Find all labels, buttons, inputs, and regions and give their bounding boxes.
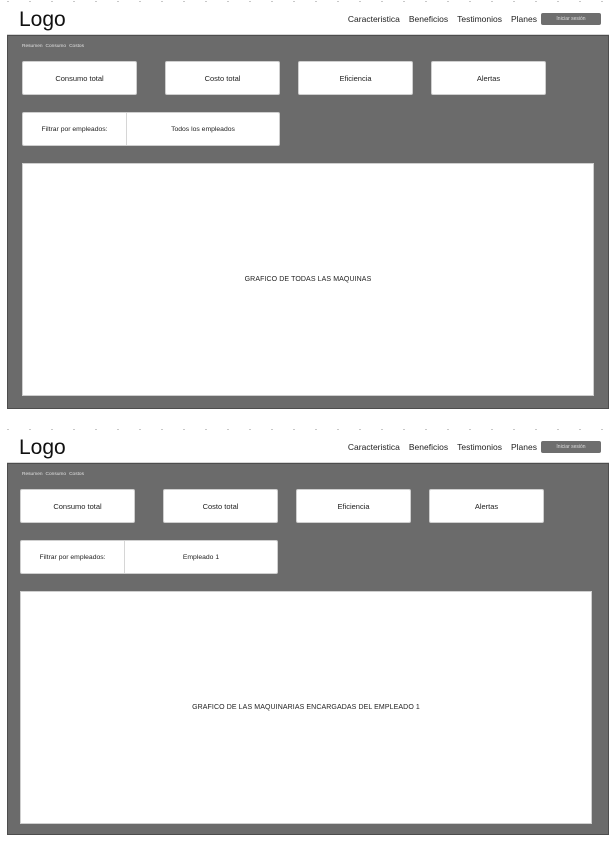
nav-beneficios[interactable]: Beneficios [409, 442, 448, 452]
filter-label: Filtrar por empleados: [23, 113, 127, 145]
ruler-dots [7, 429, 609, 430]
card-costo-total[interactable]: Costo total [163, 489, 278, 523]
breadcrumb-costos[interactable]: Costos [69, 472, 84, 477]
nav-beneficios[interactable]: Beneficios [409, 14, 448, 24]
employee-filter[interactable]: Filtrar por empleados: Todos los emplead… [22, 112, 280, 146]
nav-testimonios[interactable]: Testimonios [457, 442, 502, 452]
nav-testimonios[interactable]: Testimonios [457, 14, 502, 24]
login-button[interactable]: Iniciar sesión [541, 13, 601, 25]
top-header: Logo Caracteristica Beneficios Testimoni… [7, 6, 609, 35]
breadcrumb: Resumen Consumo Costos [22, 472, 84, 477]
breadcrumb-resumen[interactable]: Resumen [22, 44, 43, 49]
card-costo-total[interactable]: Costo total [165, 61, 280, 95]
card-alertas[interactable]: Alertas [429, 489, 544, 523]
login-button[interactable]: Iniciar sesión [541, 441, 601, 453]
dashboard-screen-all-employees: Logo Caracteristica Beneficios Testimoni… [7, 1, 609, 409]
nav-caracteristica[interactable]: Caracteristica [348, 442, 400, 452]
card-eficiencia[interactable]: Eficiencia [298, 61, 413, 95]
employee-filter[interactable]: Filtrar por empleados: Empleado 1 [20, 540, 278, 574]
chart-placeholder-text: GRAFICO DE TODAS LAS MAQUINAS [244, 276, 372, 283]
nav-planes[interactable]: Planes [511, 14, 537, 24]
breadcrumb-consumo[interactable]: Consumo [46, 472, 67, 477]
filter-label: Filtrar por empleados: [21, 541, 125, 573]
dashboard-screen-employee-1: Logo Caracteristica Beneficios Testimoni… [7, 429, 609, 835]
dashboard-panel: Resumen Consumo Costos Consumo total Cos… [7, 35, 609, 409]
main-nav: Caracteristica Beneficios Testimonios Pl… [348, 442, 537, 452]
filter-select[interactable]: Empleado 1 [125, 541, 277, 573]
breadcrumb-resumen[interactable]: Resumen [22, 472, 43, 477]
card-eficiencia[interactable]: Eficiencia [296, 489, 411, 523]
chart-placeholder: GRAFICO DE LAS MAQUINARIAS ENCARGADAS DE… [20, 591, 592, 824]
nav-caracteristica[interactable]: Caracteristica [348, 14, 400, 24]
card-consumo-total[interactable]: Consumo total [22, 61, 137, 95]
card-consumo-total[interactable]: Consumo total [20, 489, 135, 523]
ruler-dots [7, 1, 609, 2]
card-alertas[interactable]: Alertas [431, 61, 546, 95]
breadcrumb-costos[interactable]: Costos [69, 44, 84, 49]
dashboard-panel: Resumen Consumo Costos Consumo total Cos… [7, 463, 609, 835]
breadcrumb: Resumen Consumo Costos [22, 44, 84, 49]
filter-select[interactable]: Todos los empleados [127, 113, 279, 145]
top-header: Logo Caracteristica Beneficios Testimoni… [7, 434, 609, 463]
breadcrumb-consumo[interactable]: Consumo [46, 44, 67, 49]
chart-placeholder-text: GRAFICO DE LAS MAQUINARIAS ENCARGADAS DE… [192, 704, 420, 711]
main-nav: Caracteristica Beneficios Testimonios Pl… [348, 14, 537, 24]
logo[interactable]: Logo [19, 8, 66, 32]
logo[interactable]: Logo [19, 436, 66, 460]
nav-planes[interactable]: Planes [511, 442, 537, 452]
chart-placeholder: GRAFICO DE TODAS LAS MAQUINAS [22, 163, 594, 396]
